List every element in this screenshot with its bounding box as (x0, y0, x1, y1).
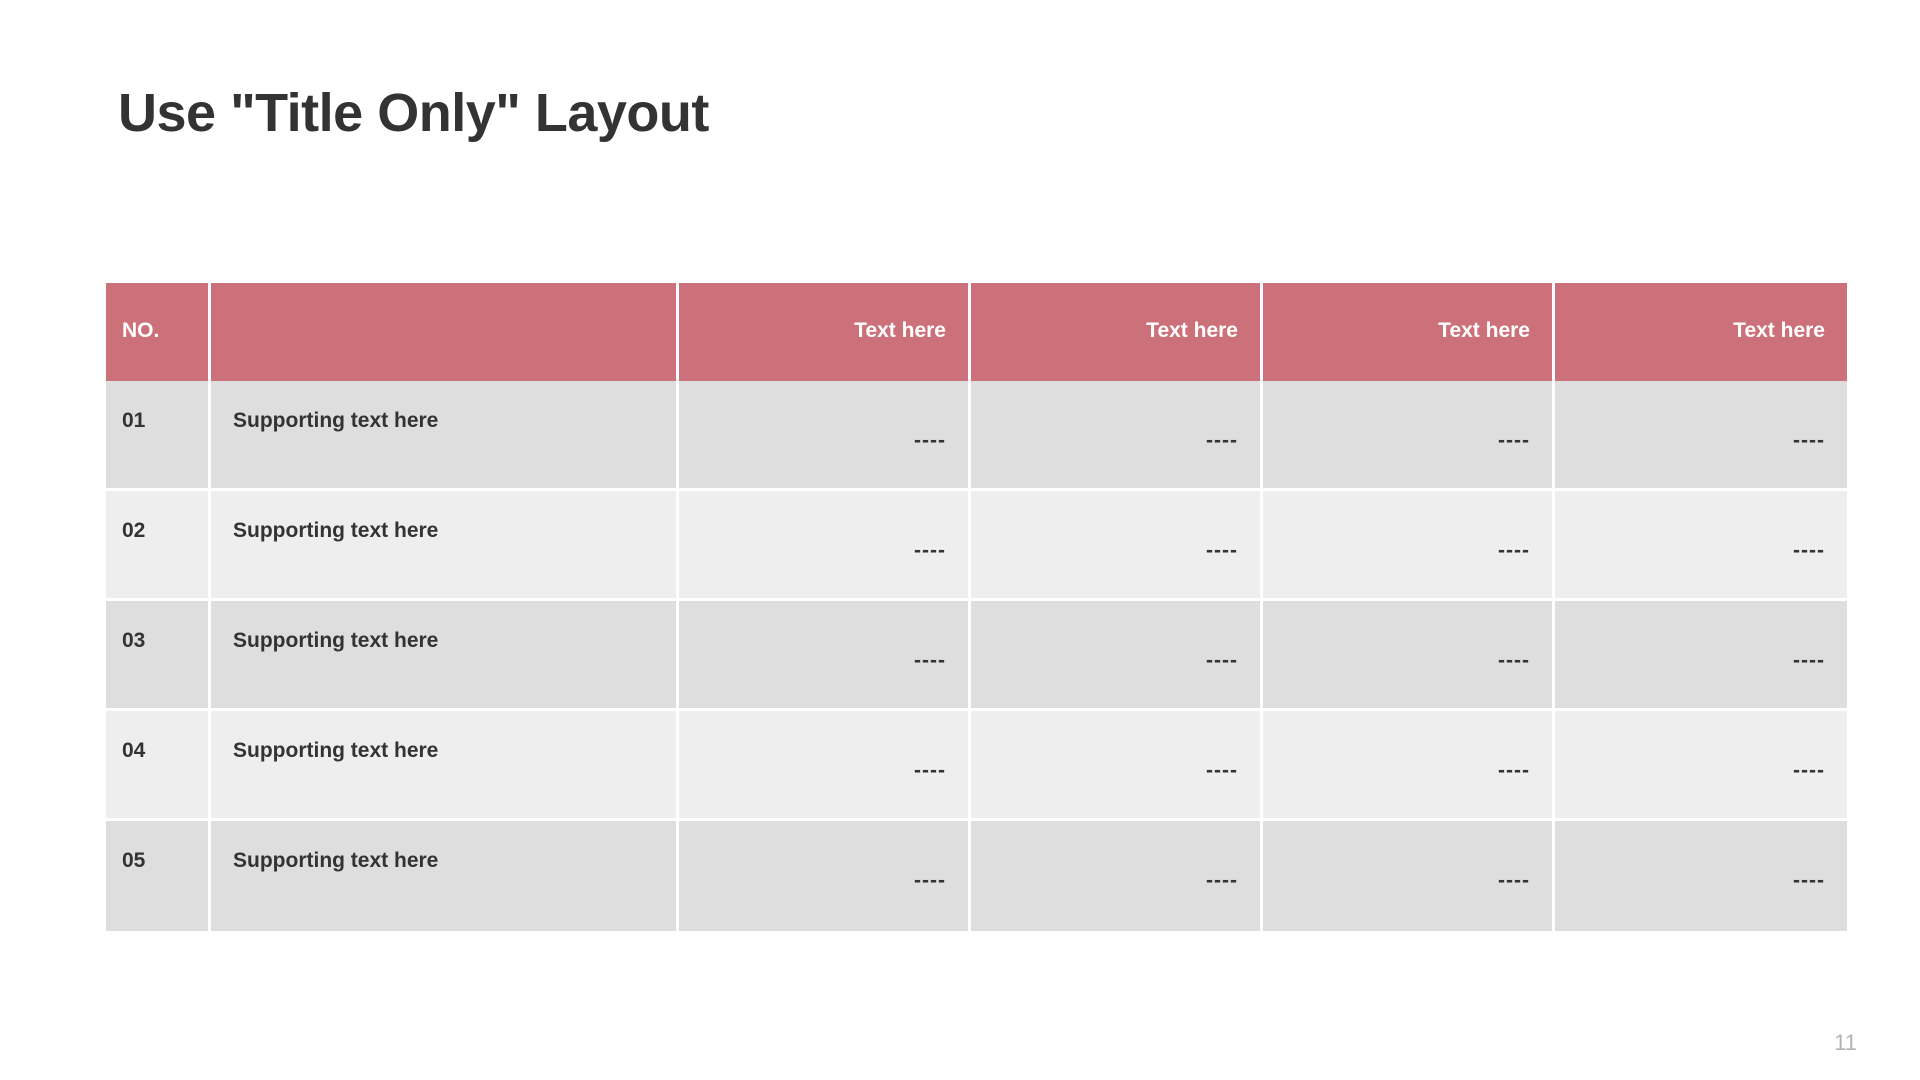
data-table: NO. Text here Text here Text here Text h… (106, 283, 1847, 931)
row-value-1: ---- (679, 491, 971, 601)
row-value-2: ---- (971, 711, 1263, 821)
row-value-4: ---- (1555, 491, 1847, 601)
table-row: 01 Supporting text here ---- ---- ---- -… (106, 381, 1847, 491)
row-value-3: ---- (1263, 711, 1555, 821)
row-value-2: ---- (971, 601, 1263, 711)
row-value-3: ---- (1263, 491, 1555, 601)
row-description: Supporting text here (211, 601, 679, 711)
row-number: 03 (106, 601, 211, 711)
row-value-4: ---- (1555, 821, 1847, 931)
row-number: 02 (106, 491, 211, 601)
slide-canvas: Use "Title Only" Layout NO. Text here Te… (0, 0, 1920, 1080)
table-row: 02 Supporting text here ---- ---- ---- -… (106, 491, 1847, 601)
row-value-2: ---- (971, 491, 1263, 601)
row-value-3: ---- (1263, 821, 1555, 931)
row-value-2: ---- (971, 381, 1263, 491)
row-number: 05 (106, 821, 211, 931)
row-value-1: ---- (679, 381, 971, 491)
data-table-container: NO. Text here Text here Text here Text h… (106, 283, 1847, 931)
row-number: 01 (106, 381, 211, 491)
row-value-3: ---- (1263, 381, 1555, 491)
table-header-row: NO. Text here Text here Text here Text h… (106, 283, 1847, 381)
table-header-cell-2: Text here (971, 283, 1263, 381)
row-value-3: ---- (1263, 601, 1555, 711)
row-value-4: ---- (1555, 711, 1847, 821)
row-value-1: ---- (679, 821, 971, 931)
table-header-cell-desc (211, 283, 679, 381)
row-description: Supporting text here (211, 491, 679, 601)
table-row: 03 Supporting text here ---- ---- ---- -… (106, 601, 1847, 711)
page-number: 11 (1834, 1030, 1857, 1055)
table-header-cell-3: Text here (1263, 283, 1555, 381)
row-value-4: ---- (1555, 601, 1847, 711)
table-row: 04 Supporting text here ---- ---- ---- -… (106, 711, 1847, 821)
table-header-cell-no: NO. (106, 283, 211, 381)
row-description: Supporting text here (211, 711, 679, 821)
row-description: Supporting text here (211, 821, 679, 931)
row-description: Supporting text here (211, 381, 679, 491)
row-value-2: ---- (971, 821, 1263, 931)
row-value-1: ---- (679, 711, 971, 821)
table-row: 05 Supporting text here ---- ---- ---- -… (106, 821, 1847, 931)
row-value-4: ---- (1555, 381, 1847, 491)
table-header-cell-1: Text here (679, 283, 971, 381)
row-number: 04 (106, 711, 211, 821)
row-value-1: ---- (679, 601, 971, 711)
page-title: Use "Title Only" Layout (118, 83, 709, 143)
table-header-cell-4: Text here (1555, 283, 1847, 381)
